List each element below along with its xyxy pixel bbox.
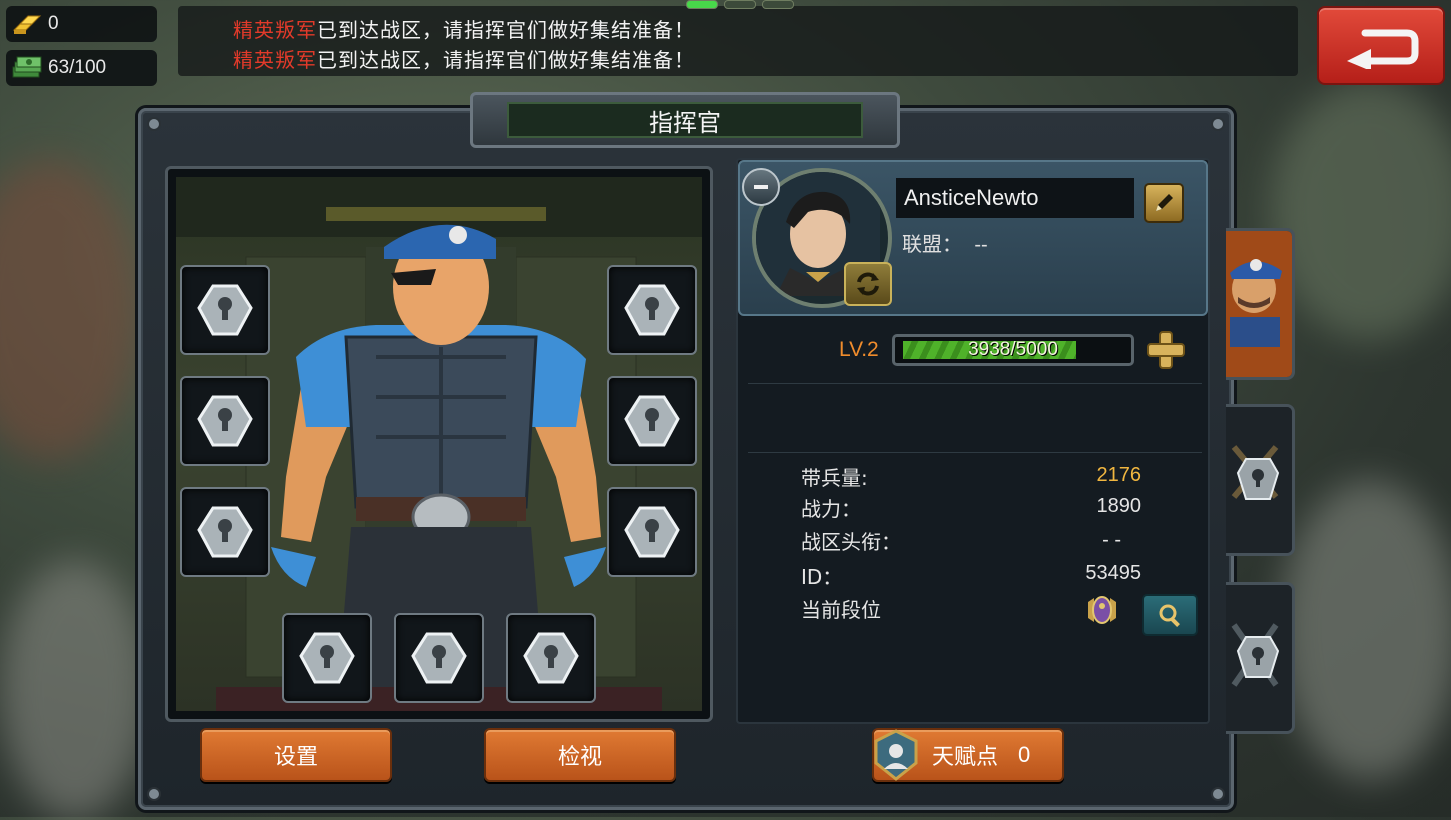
stat-id-value: 53495: [1085, 562, 1141, 584]
equipment-slot[interactable]: [282, 613, 372, 703]
tab-medals[interactable]: [1226, 404, 1295, 556]
pencil-icon: [1156, 194, 1173, 211]
lock-icon: [197, 284, 253, 336]
broadcast-panel: 精英叛军已到达战区，请指挥官们做好集结准备！ 精英叛军已到达战区，请指挥官们做好…: [178, 6, 1298, 76]
stat-power-label: 战力：: [801, 497, 861, 521]
page-dot: [762, 0, 794, 9]
rivet: [1211, 787, 1225, 801]
rivet: [147, 787, 161, 801]
talent-label: 天赋点: [932, 745, 999, 770]
lock-icon: [523, 632, 579, 684]
equipment-slot[interactable]: [506, 613, 596, 703]
level-label: LV.2: [839, 338, 879, 361]
talent-points-value: 0: [1018, 742, 1031, 767]
background-blur: [1280, 480, 1451, 780]
rank-search-button[interactable]: [1142, 594, 1198, 636]
tab-commander[interactable]: [1226, 228, 1295, 380]
equipment-slot[interactable]: [180, 265, 270, 355]
rank-insignia-icon: [1084, 592, 1120, 628]
equipment-slot[interactable]: [607, 265, 697, 355]
page-title: 指挥官: [649, 108, 721, 137]
add-xp-button[interactable]: [1146, 330, 1186, 370]
player-name: AnsticeNewto: [896, 178, 1134, 218]
alliance-value: --: [974, 234, 988, 256]
rivet: [147, 117, 161, 131]
minus-icon: [754, 185, 768, 189]
stat-power-value: 1890: [1096, 495, 1142, 517]
broadcast-text: 已到达战区，请指挥官们做好集结准备！: [317, 48, 695, 72]
page-dot: [724, 0, 756, 9]
broadcast-highlight: 精英叛军: [233, 48, 317, 72]
refresh-icon: [857, 272, 879, 296]
remove-button[interactable]: [742, 168, 780, 206]
talent-badge-icon: [874, 729, 918, 781]
equipment-slot[interactable]: [607, 487, 697, 577]
lock-icon: [624, 395, 680, 447]
cash-resource[interactable]: 63/100: [6, 50, 157, 86]
back-button[interactable]: [1317, 6, 1445, 85]
page-dot: [686, 0, 718, 9]
stat-rank-label: 当前段位: [801, 598, 881, 622]
broadcast-highlight: 精英叛军: [233, 18, 317, 42]
xp-bar: 3938/5000: [892, 334, 1134, 366]
lock-icon: [299, 632, 355, 684]
locked-badge-icon: [1226, 585, 1292, 731]
magnifier-icon: [1159, 604, 1180, 627]
rivet: [1211, 117, 1225, 131]
gold-resource[interactable]: 0: [6, 6, 157, 42]
broadcast-message: 精英叛军已到达战区，请指挥官们做好集结准备！: [233, 44, 695, 73]
edit-name-button[interactable]: [1144, 183, 1184, 223]
stat-title-label: 战区头衔：: [801, 530, 901, 554]
stat-troops-value: 2176: [1096, 464, 1142, 486]
equipment-slot[interactable]: [180, 487, 270, 577]
broadcast-text: 已到达战区，请指挥官们做好集结准备！: [317, 18, 695, 42]
divider: [748, 383, 1202, 384]
gold-bars-icon: [10, 10, 44, 38]
equipment-slot[interactable]: [180, 376, 270, 466]
broadcast-message: 精英叛军已到达战区，请指挥官们做好集结准备！: [233, 14, 695, 43]
talent-button[interactable]: 天赋点 0: [872, 728, 1064, 782]
equipment-slot[interactable]: [394, 613, 484, 703]
tab-badges[interactable]: [1226, 582, 1295, 734]
stat-title-value: - -: [1102, 529, 1121, 551]
xp-text: 3938/5000: [968, 339, 1058, 360]
return-arrow-icon: [1347, 29, 1419, 69]
panel-title-plate: 指挥官: [470, 92, 900, 148]
lock-icon: [411, 632, 467, 684]
lock-icon: [624, 284, 680, 336]
change-avatar-button[interactable]: [844, 262, 892, 306]
background-blur: [1270, 80, 1451, 340]
locked-medal-icon: [1226, 407, 1292, 553]
panel-title-inner: 指挥官: [507, 102, 863, 138]
divider: [748, 452, 1202, 453]
gold-value: 0: [48, 13, 59, 34]
settings-button[interactable]: 设置: [200, 728, 392, 782]
character-frame: [165, 166, 713, 722]
background-blur: [0, 160, 140, 460]
page-indicator: [686, 0, 794, 9]
cash-stack-icon: [10, 54, 44, 82]
stat-troops-label: 带兵量:: [801, 466, 868, 490]
alliance-label: 联盟：: [902, 232, 962, 256]
cash-value: 63/100: [48, 57, 107, 78]
equipment-slot[interactable]: [607, 376, 697, 466]
lock-icon: [197, 506, 253, 558]
plus-icon: [1147, 331, 1185, 369]
background-blur: [0, 560, 150, 820]
officer-portrait-icon: [1226, 231, 1292, 377]
lock-icon: [197, 395, 253, 447]
inspect-button[interactable]: 检视: [484, 728, 676, 782]
lock-icon: [624, 506, 680, 558]
alliance-row: 联盟： --: [902, 228, 988, 257]
stat-id-label: ID：: [801, 565, 843, 589]
